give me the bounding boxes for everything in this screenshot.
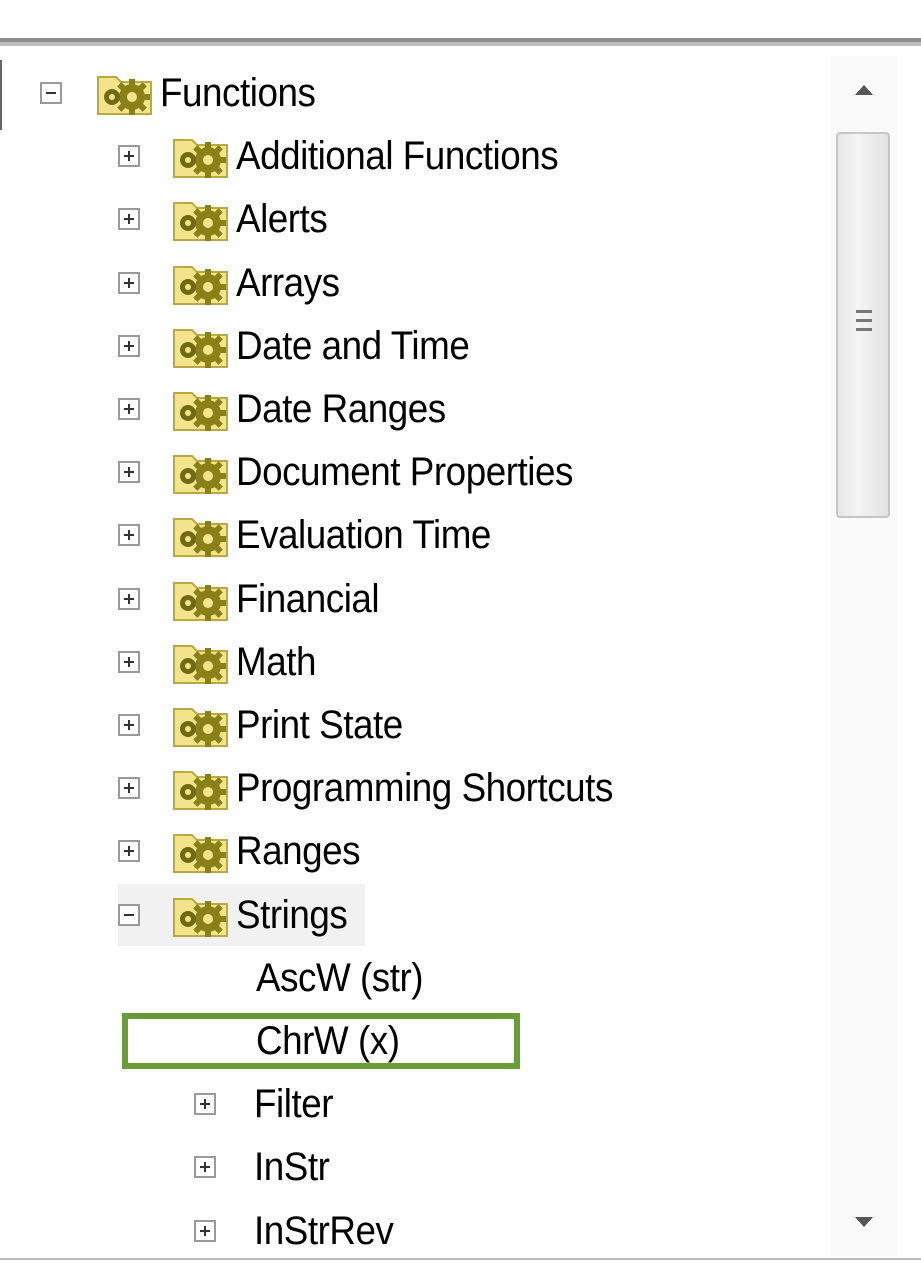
expand-toggle-icon[interactable] [118,524,140,547]
tree-node-category[interactable]: Ranges [118,820,371,882]
tree-node-label: Ranges [236,829,361,874]
tree-node-label: Date Ranges [236,387,446,431]
gear-folder-icon [172,383,236,435]
gear-folder-icon [172,509,236,561]
tree-node-functions[interactable]: Functions [40,62,329,124]
tree-node-label: Alerts [236,197,328,242]
tree-leaf[interactable]: AscW (str) [256,947,438,1009]
expand-toggle-icon[interactable] [118,650,140,673]
tree-node-label: Evaluation Time [236,513,491,558]
expand-toggle-icon[interactable] [118,271,140,294]
tree-node-label: Print State [236,703,403,747]
tree-node-category[interactable]: Financial [118,568,392,630]
expand-toggle-icon[interactable] [118,208,140,231]
gear-folder-icon [172,825,236,877]
tree-node-category[interactable]: Strings [118,883,365,946]
gear-folder-icon [172,636,236,688]
tree-node-category[interactable]: Programming Shortcuts [118,757,646,819]
scroll-up-arrow-icon[interactable] [830,60,898,120]
tree-node-category[interactable]: Date and Time [118,315,490,377]
gear-folder-icon [172,130,236,182]
collapse-toggle-icon[interactable] [118,903,140,926]
tree-node-label: Additional Functions [236,134,559,179]
tree-node-label: Arrays [236,260,340,305]
expand-toggle-icon[interactable] [118,840,140,863]
gear-folder-icon [172,699,236,751]
tree-node-category[interactable]: Additional Functions [118,125,586,187]
window-top-border [0,0,921,46]
scrollbar-thumb[interactable] [836,132,890,518]
tree-node-label: Functions [160,71,316,115]
tree-node-label: AscW (str) [256,955,424,1000]
tree-leaf[interactable]: InStr [194,1136,336,1198]
gear-folder-icon [172,573,236,625]
tree-node-category[interactable]: Evaluation Time [118,504,513,566]
gear-folder-icon [172,446,236,498]
tree-node-label: Document Properties [236,450,573,495]
scroll-grip-icon [856,310,872,334]
tree-node-category[interactable]: Document Properties [118,441,602,503]
expand-toggle-icon[interactable] [118,777,140,800]
scroll-down-arrow-icon[interactable] [830,1192,898,1252]
expand-toggle-icon[interactable] [118,334,140,357]
tree-node-label: InStrRev [254,1208,394,1252]
expand-toggle-icon[interactable] [194,1156,216,1179]
vertical-scrollbar[interactable] [830,56,898,1256]
tree-node-label: Strings [236,892,348,937]
expand-toggle-icon[interactable] [118,587,140,610]
tree-node-label: Filter [254,1082,334,1127]
tree-node-label: Math [236,639,316,684]
tree-leaf[interactable]: Filter [194,1073,340,1135]
expand-toggle-icon[interactable] [194,1219,216,1242]
collapse-toggle-icon[interactable] [40,82,62,104]
expand-toggle-icon[interactable] [118,714,140,736]
tree-node-label: Date and Time [236,323,470,368]
expand-toggle-icon[interactable] [118,398,140,420]
tree-node-category[interactable]: Math [118,631,323,693]
tree-leaf-selected[interactable]: ChrW (x) [256,1010,412,1072]
tree-node-category[interactable]: Date Ranges [118,378,464,440]
tree-node-label: Financial [236,576,380,621]
tree-node-label: ChrW (x) [256,1019,400,1063]
tree-node-category[interactable]: Arrays [118,252,349,314]
expand-toggle-icon[interactable] [118,145,140,168]
gear-folder-icon [172,193,236,245]
tree-leaf[interactable]: InStrRev [194,1200,406,1252]
gear-folder-icon [172,257,236,309]
gear-folder-icon [172,889,236,941]
function-tree[interactable]: Functions Additional Functions Alerts Arra… [0,52,828,1252]
gear-folder-icon [172,320,236,372]
gear-folder-icon [96,67,160,119]
expand-toggle-icon[interactable] [194,1093,216,1116]
tree-node-category[interactable]: Alerts [118,188,335,250]
expand-toggle-icon[interactable] [118,461,140,484]
tree-node-label: InStr [254,1145,330,1190]
tree-node-category[interactable]: Print State [118,694,417,756]
tree-node-label: Programming Shortcuts [236,766,613,811]
gear-folder-icon [172,762,236,814]
